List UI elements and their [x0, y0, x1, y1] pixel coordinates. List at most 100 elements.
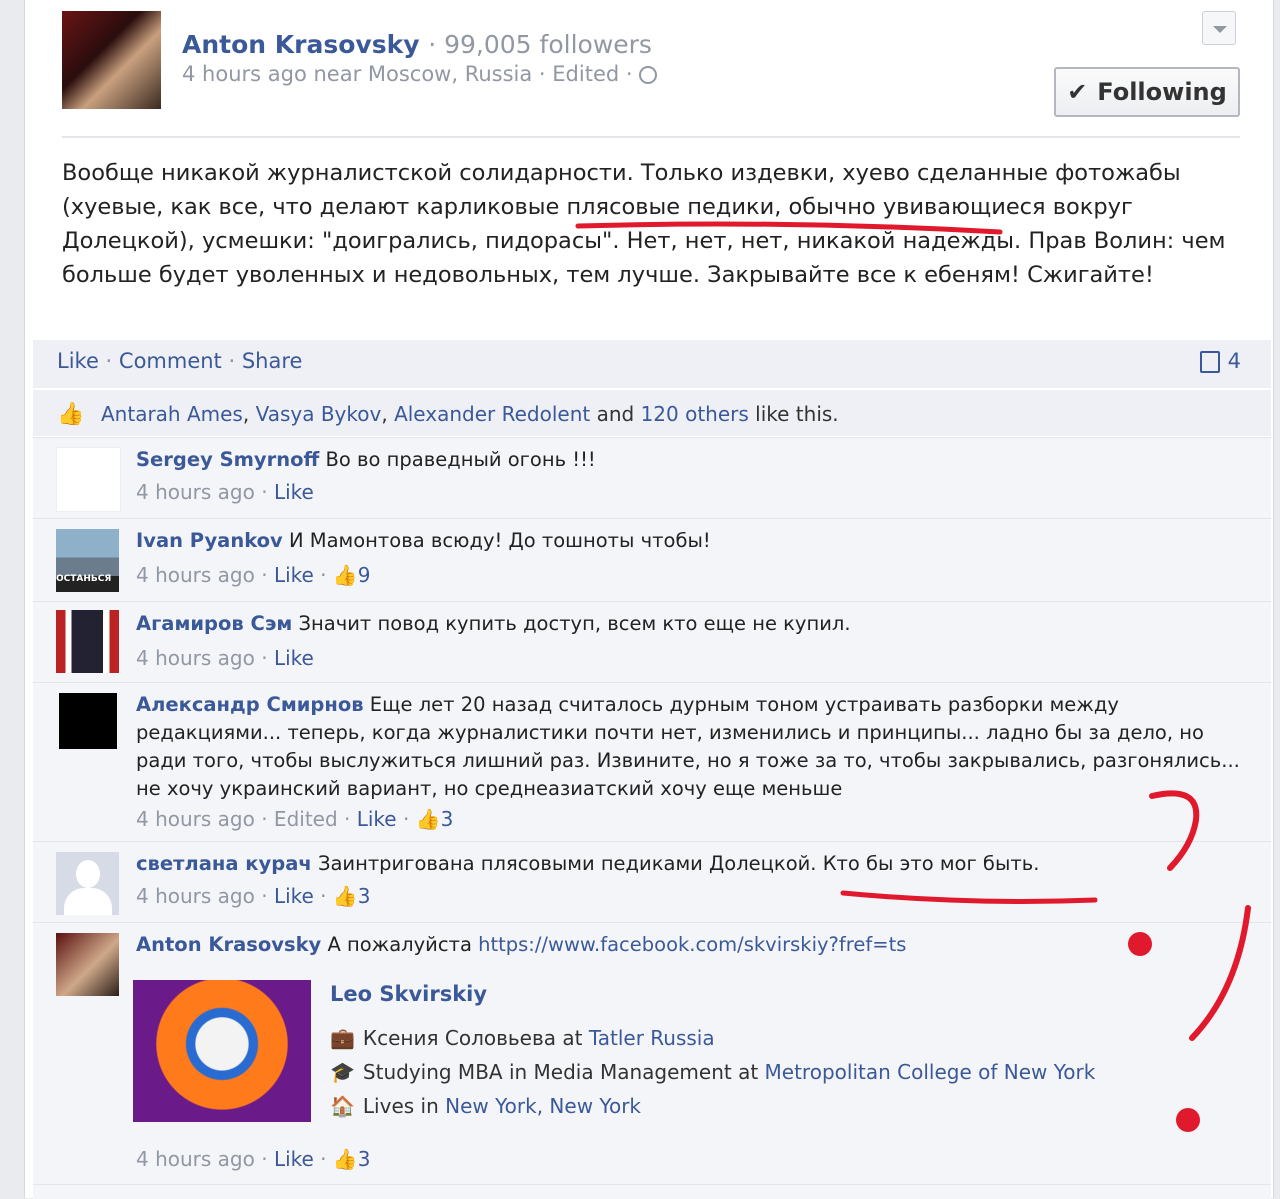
commenter-avatar[interactable]	[56, 610, 119, 673]
commenter-name[interactable]: Агамиров Сэм	[136, 612, 292, 635]
follower-count: · 99,005 followers	[428, 30, 652, 59]
author-name[interactable]: Anton Krasovsky	[182, 30, 420, 59]
comment-meta: 4 hours ago · Like · 👍9	[136, 563, 371, 587]
comment-like-link[interactable]: Like	[274, 646, 314, 670]
comment-body: светлана курач Заинтригована плясовыми п…	[136, 850, 1246, 910]
post-body: Вообще никакой журналистской солидарност…	[62, 156, 1252, 292]
comment-meta: 4 hours ago · Edited · Like · 👍3	[136, 807, 454, 831]
comment-item: светлана курач Заинтригована плясовыми п…	[33, 841, 1271, 922]
comment-likes-count[interactable]: 👍3	[333, 884, 371, 908]
comment-text: Заинтригована плясовыми педиками Долецко…	[311, 852, 1040, 875]
following-button[interactable]: ✔ Following	[1054, 67, 1240, 117]
comment-body: Anton Krasovsky А пожалуйста https://www…	[136, 931, 1246, 959]
profile-url-link[interactable]: https://www.facebook.com/skvirskiy?fref=…	[478, 933, 906, 956]
following-label: Following	[1097, 78, 1227, 106]
work-link[interactable]: Tatler Russia	[589, 1026, 715, 1050]
action-links: Like · Comment · Share	[57, 349, 302, 373]
next-comment-partial	[33, 1184, 1271, 1199]
post-text-highlight: карликовые плясовые педики,	[416, 194, 782, 220]
work-line: 💼 Ксения Соловьева at Tatler Russia	[330, 1026, 715, 1050]
comment-text: А пожалуйста	[321, 933, 479, 956]
globe-icon[interactable]	[638, 66, 657, 84]
comment-timestamp[interactable]: 4 hours ago ·	[136, 1147, 274, 1171]
comment-likes-count[interactable]: 👍3	[416, 807, 454, 831]
comment-like-link[interactable]: Like	[274, 480, 314, 504]
comment-timestamp[interactable]: 4 hours ago ·	[136, 884, 274, 908]
liker-name[interactable]: Alexander Redolent	[394, 402, 590, 426]
comment-item: ОСТАНЬСЯ Ivan Pyankov И Мамонтова всюду!…	[33, 518, 1271, 601]
commenter-avatar[interactable]	[56, 447, 121, 512]
comment-meta: 4 hours ago · Like · 👍3	[136, 884, 371, 908]
checkmark-icon: ✔	[1067, 78, 1088, 106]
post-timestamp[interactable]: 4 hours ago near Moscow, Russia · Edited…	[182, 62, 633, 86]
commenter-avatar[interactable]	[59, 693, 117, 749]
thumbs-up-icon: 👍	[332, 563, 358, 587]
comment-timestamp[interactable]: 4 hours ago ·	[136, 480, 274, 504]
comment-link[interactable]: Comment	[119, 349, 222, 373]
comments-icon	[1199, 351, 1220, 373]
likes-suffix: like this.	[748, 402, 839, 426]
commenter-name[interactable]: Sergey Smyrnoff	[136, 448, 319, 471]
share-link[interactable]: Share	[242, 349, 303, 373]
silhouette-icon	[76, 860, 100, 888]
likes-summary: 👍 Antarah Ames, Vasya Bykov, Alexander R…	[33, 390, 1271, 436]
liker-name[interactable]: Antarah Ames	[101, 402, 243, 426]
commenter-avatar[interactable]: ОСТАНЬСЯ	[56, 529, 119, 592]
avatar-caption: ОСТАНЬСЯ	[56, 574, 112, 584]
thumbs-up-icon: 👍	[332, 1147, 358, 1171]
comment-item: Александр Смирнов Еще лет 20 назад счита…	[33, 682, 1271, 841]
shared-profile-card[interactable]: Leo Skvirskiy 💼 Ксения Соловьева at Tatle…	[133, 980, 1233, 1126]
post-meta: 4 hours ago near Moscow, Russia · Edited…	[182, 62, 657, 86]
comment-text: И Мамонтова всюду! До тошноты чтобы!	[282, 529, 711, 552]
likes-text: Antarah Ames, Vasya Bykov, Alexander Red…	[101, 402, 839, 426]
comment-item: Sergey Smyrnoff Во во праведный огонь !!…	[33, 437, 1271, 518]
liker-name[interactable]: Vasya Bykov	[256, 402, 382, 426]
comment-like-link[interactable]: Like	[357, 807, 397, 831]
author-line: Anton Krasovsky · 99,005 followers	[182, 30, 652, 59]
comment-likes-count[interactable]: 👍3	[333, 1147, 371, 1171]
commenter-name[interactable]: Ivan Pyankov	[136, 529, 283, 552]
comment-body: Sergey Smyrnoff Во во праведный огонь !!…	[136, 446, 1246, 506]
briefcase-icon: 💼	[330, 1026, 355, 1050]
comment-item: Агамиров Сэм Значит повод купить доступ,…	[33, 601, 1271, 682]
comment-count[interactable]: 4	[1199, 349, 1241, 373]
comment-body: Ivan Pyankov И Мамонтова всюду! До тошно…	[136, 527, 1246, 589]
comment-count-value: 4	[1227, 349, 1241, 373]
thumbs-up-icon: 👍	[415, 807, 441, 831]
comment-timestamp[interactable]: 4 hours ago ·	[136, 563, 274, 587]
separator: ·	[98, 349, 119, 373]
commenter-name[interactable]: Александр Смирнов	[136, 693, 364, 716]
like-link[interactable]: Like	[57, 349, 99, 373]
post-options-button[interactable]	[1202, 11, 1236, 45]
lives-link[interactable]: New York, New York	[445, 1094, 641, 1118]
header-divider	[62, 136, 1240, 138]
comment-body: Агамиров Сэм Значит повод купить доступ,…	[136, 610, 1246, 672]
comment-text: Значит повод купить доступ, всем кто еще…	[292, 612, 851, 635]
comment-timestamp[interactable]: 4 hours ago ·	[136, 646, 274, 670]
silhouette-body	[64, 888, 112, 915]
thumbs-up-icon: 👍	[332, 884, 358, 908]
comment-meta: 4 hours ago · Like · 👍3	[136, 1147, 371, 1171]
comment-like-link[interactable]: Like	[274, 563, 314, 587]
commenter-name[interactable]: Anton Krasovsky	[136, 933, 321, 956]
author-avatar[interactable]	[62, 11, 161, 109]
commenter-avatar[interactable]	[56, 933, 119, 996]
comment-meta: 4 hours ago · Like	[136, 478, 1246, 506]
comment-meta: 4 hours ago · Like	[136, 644, 1246, 672]
study-link[interactable]: Metropolitan College of New York	[765, 1060, 1096, 1084]
likes-others-link[interactable]: 120 others	[641, 402, 749, 426]
likes-and: and	[590, 402, 641, 426]
home-icon: 🏠	[330, 1094, 355, 1118]
comment-timestamp[interactable]: 4 hours ago · Edited ·	[136, 807, 357, 831]
comment-body: Александр Смирнов Еще лет 20 назад счита…	[136, 691, 1246, 833]
separator: ·	[221, 349, 242, 373]
comment-likes-count[interactable]: 👍9	[333, 563, 371, 587]
profile-photo[interactable]	[133, 980, 311, 1122]
commenter-avatar[interactable]	[56, 852, 119, 915]
post-action-bar: Like · Comment · Share 4	[33, 340, 1271, 388]
graduation-cap-icon: 🎓	[330, 1060, 355, 1084]
comment-like-link[interactable]: Like	[274, 1147, 314, 1171]
shared-profile-name[interactable]: Leo Skvirskiy	[330, 982, 487, 1006]
commenter-name[interactable]: светлана курач	[136, 852, 312, 875]
comment-like-link[interactable]: Like	[274, 884, 314, 908]
